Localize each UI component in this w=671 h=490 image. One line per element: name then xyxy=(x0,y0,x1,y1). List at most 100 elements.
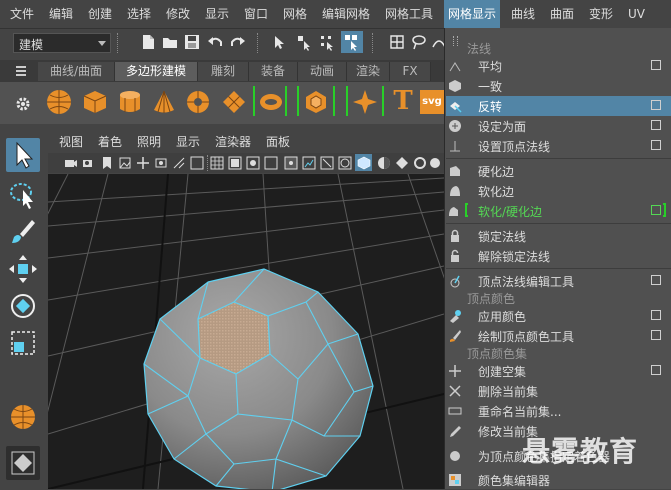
select-mode-icon[interactable] xyxy=(343,33,361,51)
menu-mesh-tools[interactable]: 网格工具 xyxy=(385,0,433,28)
menu-create[interactable]: 创建 xyxy=(88,0,112,28)
select-hierarchy-icon[interactable] xyxy=(272,33,290,51)
backface-icon[interactable] xyxy=(395,156,409,170)
option-box[interactable] xyxy=(651,140,661,150)
viewport-3d[interactable] xyxy=(48,174,444,489)
isolate-select-icon[interactable] xyxy=(377,156,391,170)
snap-grid-icon[interactable] xyxy=(388,33,406,51)
panel-menu-show[interactable]: 显示 xyxy=(176,133,200,151)
menu-item-reverse[interactable]: 反转 xyxy=(446,96,671,116)
film-gate-icon[interactable] xyxy=(154,156,168,170)
xray-active-icon[interactable] xyxy=(428,156,442,170)
cone-icon[interactable] xyxy=(150,88,178,116)
xray-icon[interactable] xyxy=(357,156,371,170)
shelf-options-icon[interactable] xyxy=(14,64,28,78)
undo-icon[interactable] xyxy=(206,33,224,51)
shelf-tab-curves-surfaces[interactable]: 曲线/曲面 xyxy=(38,62,115,81)
option-box[interactable] xyxy=(651,330,661,340)
bookmark-icon[interactable] xyxy=(100,156,114,170)
type-icon[interactable]: T xyxy=(389,86,417,116)
bevel-icon[interactable] xyxy=(351,88,379,116)
menu-item-color-set-editor[interactable]: 颜色集编辑器 xyxy=(446,470,671,490)
menu-item-soften-harden-edge[interactable]: 软化/硬化边 xyxy=(446,201,671,221)
extract-icon[interactable] xyxy=(302,88,330,116)
select-tool[interactable] xyxy=(6,138,40,172)
save-scene-icon[interactable] xyxy=(183,33,201,51)
move-tool[interactable] xyxy=(6,252,40,286)
grid-toggle-icon[interactable] xyxy=(136,156,150,170)
menu-edit-mesh[interactable]: 编辑网格 xyxy=(322,0,370,28)
shelf-tab-rigging[interactable]: 装备 xyxy=(249,62,298,81)
cube-icon[interactable] xyxy=(81,88,109,116)
menu-item-create-empty-set[interactable]: 创建空集 xyxy=(446,361,671,381)
menu-item-set-to-face[interactable]: 设定为面 xyxy=(446,116,671,136)
camera-icon[interactable] xyxy=(64,156,78,170)
new-scene-icon[interactable] xyxy=(139,33,157,51)
option-box[interactable] xyxy=(651,310,661,320)
menu-edit[interactable]: 编辑 xyxy=(49,0,73,28)
menu-mesh[interactable]: 网格 xyxy=(283,0,307,28)
paint-select-tool[interactable] xyxy=(6,215,40,249)
wireframe-icon[interactable] xyxy=(210,156,224,170)
gear-icon[interactable] xyxy=(15,96,31,112)
rotate-tool[interactable] xyxy=(6,289,40,323)
panel-menu-renderer[interactable]: 渲染器 xyxy=(215,133,251,151)
menu-file[interactable]: 文件 xyxy=(10,0,34,28)
shelf-tab-animation[interactable]: 动画 xyxy=(298,62,347,81)
image-plane-icon[interactable] xyxy=(118,156,132,170)
option-box[interactable] xyxy=(651,100,661,110)
menu-item-delete-current-set[interactable]: 删除当前集 xyxy=(446,381,671,401)
plane-icon[interactable] xyxy=(220,88,248,116)
menu-item-conform[interactable]: 一致 xyxy=(446,76,671,96)
menu-item-soften-edge[interactable]: 软化边 xyxy=(446,181,671,201)
menu-surfaces[interactable]: 曲面 xyxy=(550,0,574,28)
option-box[interactable] xyxy=(651,205,661,215)
shelf-tab-poly-modeling[interactable]: 多边形建模 xyxy=(115,62,198,81)
select-object-icon[interactable] xyxy=(295,33,313,51)
quad-layout-button[interactable] xyxy=(6,446,40,480)
combine-icon[interactable] xyxy=(257,88,285,116)
smooth-shade-icon[interactable] xyxy=(228,156,242,170)
menu-curves[interactable]: 曲线 xyxy=(511,0,535,28)
cylinder-icon[interactable] xyxy=(116,88,144,116)
panel-menu-shading[interactable]: 着色 xyxy=(98,133,122,151)
resolution-gate-icon[interactable] xyxy=(172,156,186,170)
option-box[interactable] xyxy=(651,275,661,285)
panel-menu-panels[interactable]: 面板 xyxy=(266,133,290,151)
textured-icon[interactable] xyxy=(264,156,278,170)
menu-item-vertex-normal-edit-tool[interactable]: 顶点法线编辑工具 xyxy=(446,271,671,291)
svg-icon[interactable]: svg xyxy=(420,90,444,114)
xray-joints-icon[interactable] xyxy=(413,156,427,170)
menu-select[interactable]: 选择 xyxy=(127,0,151,28)
camera-attr-icon[interactable] xyxy=(82,156,96,170)
open-scene-icon[interactable] xyxy=(161,33,179,51)
menu-uv[interactable]: UV xyxy=(628,0,645,28)
last-tool[interactable] xyxy=(6,400,40,434)
wireframe-on-shaded-icon[interactable] xyxy=(246,156,260,170)
menu-display[interactable]: 显示 xyxy=(205,0,229,28)
gate-mask-icon[interactable] xyxy=(190,156,204,170)
panel-menu-view[interactable]: 视图 xyxy=(59,133,83,151)
menu-item-harden-edge[interactable]: 硬化边 xyxy=(446,161,671,181)
menu-item-set-vertex-normal[interactable]: 设置顶点法线 xyxy=(446,136,671,156)
menu-item-apply-color[interactable]: 应用颜色 xyxy=(446,306,671,326)
select-component-icon[interactable] xyxy=(318,33,336,51)
menu-item-lock-normals[interactable]: 锁定法线 xyxy=(446,226,671,246)
sphere-icon[interactable] xyxy=(45,88,73,116)
menu-modify[interactable]: 修改 xyxy=(166,0,190,28)
torus-icon[interactable] xyxy=(184,88,212,116)
option-box[interactable] xyxy=(651,365,661,375)
menu-mesh-display[interactable]: 网格显示 xyxy=(444,0,501,28)
redo-icon[interactable] xyxy=(229,33,247,51)
lights-icon[interactable] xyxy=(284,156,298,170)
menu-item-rename-current-set[interactable]: 重命名当前集... xyxy=(446,401,671,421)
tear-off-handle[interactable] xyxy=(453,36,458,46)
shelf-tab-fx[interactable]: FX xyxy=(390,62,431,81)
scale-tool[interactable] xyxy=(6,326,40,360)
option-box[interactable] xyxy=(651,120,661,130)
menu-item-paint-vertex-color[interactable]: 绘制顶点颜色工具 xyxy=(446,326,671,346)
option-box[interactable] xyxy=(651,60,661,70)
menu-deform[interactable]: 变形 xyxy=(589,0,613,28)
lasso-icon[interactable] xyxy=(410,33,428,51)
mode-dropdown[interactable]: 建模 xyxy=(13,33,111,53)
